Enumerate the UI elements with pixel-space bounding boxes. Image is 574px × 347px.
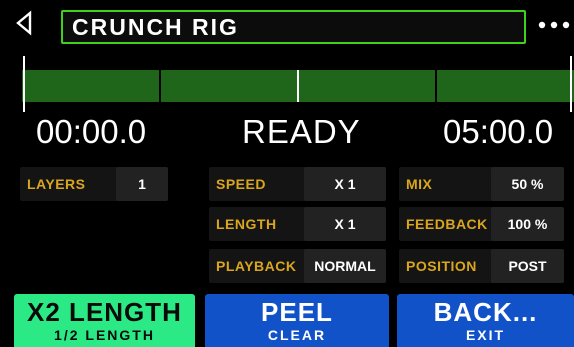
param-length[interactable]: LENGTH X 1: [209, 207, 386, 241]
x2-length-button[interactable]: X2 LENGTH 1/2 LENGTH: [14, 294, 195, 347]
button-main-label: X2 LENGTH: [27, 297, 182, 327]
segment-divider: [159, 70, 161, 102]
param-label: MIX: [406, 176, 433, 192]
button-sub-label: CLEAR: [267, 327, 327, 343]
param-label: FEEDBACK: [406, 216, 488, 232]
param-label: SPEED: [216, 176, 266, 192]
loop-length-time: 05:00.0: [443, 113, 554, 150]
preset-title[interactable]: CRUNCH RIG: [61, 10, 526, 44]
param-playback[interactable]: PLAYBACK NORMAL: [209, 249, 386, 283]
param-value: X 1: [304, 167, 386, 201]
button-main-label: PEEL: [261, 297, 333, 327]
back-button[interactable]: BACK... EXIT: [397, 294, 574, 347]
param-feedback[interactable]: FEEDBACK 100 %: [399, 207, 564, 241]
current-time: 00:00.0: [36, 113, 147, 150]
button-sub-label: EXIT: [465, 327, 506, 343]
param-value: NORMAL: [304, 249, 386, 283]
loop-timeline[interactable]: [22, 56, 574, 112]
peel-button[interactable]: PEEL CLEAR: [205, 294, 389, 347]
segment-divider: [435, 70, 437, 102]
playhead-marker: [297, 70, 299, 102]
more-options-icon[interactable]: [536, 16, 572, 32]
param-label: PLAYBACK: [216, 258, 297, 274]
param-mix[interactable]: MIX 50 %: [399, 167, 564, 201]
param-value: X 1: [304, 207, 386, 241]
button-sub-label: 1/2 LENGTH: [54, 327, 155, 343]
preset-title-text: CRUNCH RIG: [72, 14, 239, 40]
param-value: POST: [491, 249, 564, 283]
param-speed[interactable]: SPEED X 1: [209, 167, 386, 201]
looper-status: READY: [242, 113, 361, 150]
param-label: POSITION: [406, 258, 477, 274]
param-position[interactable]: POSITION POST: [399, 249, 564, 283]
button-main-label: BACK...: [433, 297, 538, 327]
param-label: LAYERS: [27, 176, 86, 192]
param-value: 1: [116, 167, 168, 201]
param-value: 100 %: [491, 207, 564, 241]
loop-start-marker: [23, 56, 25, 112]
back-arrow-icon[interactable]: [12, 8, 36, 38]
param-label: LENGTH: [216, 216, 277, 232]
loop-end-marker: [570, 56, 572, 112]
param-value: 50 %: [491, 167, 564, 201]
param-layers[interactable]: LAYERS 1: [20, 167, 168, 201]
